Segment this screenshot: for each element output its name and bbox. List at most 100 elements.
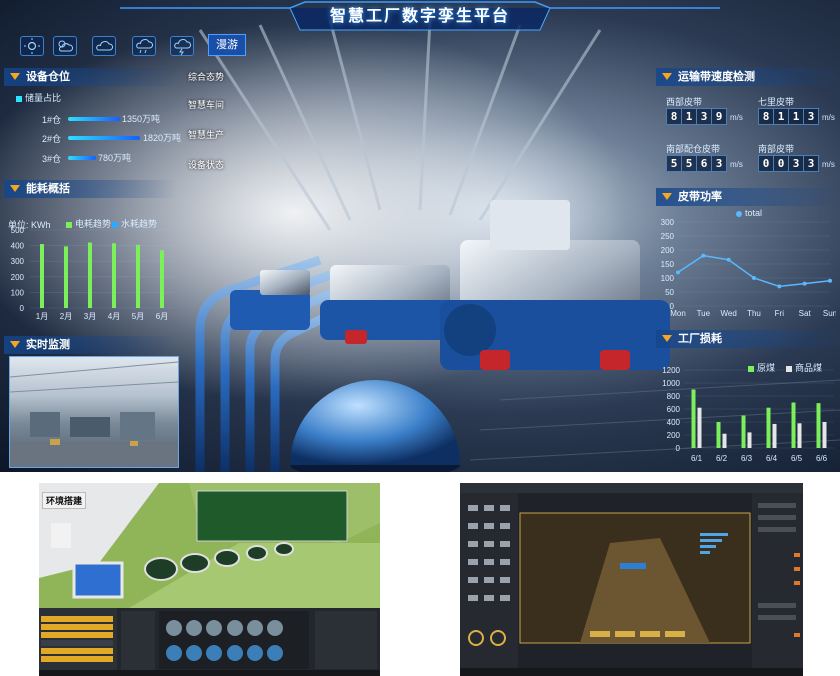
- environment-editor: 环境搭建: [39, 483, 380, 676]
- y-tick-label: 400: [11, 242, 25, 251]
- speed-digit: 0: [758, 155, 774, 172]
- data-point: [726, 257, 731, 262]
- bar: [697, 407, 702, 448]
- warehouse-legend: 储量占比: [16, 91, 61, 104]
- bar: [64, 246, 68, 308]
- warehouse-row-value: 780万吨: [98, 153, 132, 163]
- x-tick-label: Sat: [799, 309, 812, 318]
- y-tick-label: 300: [11, 257, 25, 266]
- layer-row[interactable]: [41, 632, 113, 638]
- title-bar: 智慧工厂数字孪生平台: [290, 4, 550, 32]
- data-point: [828, 278, 832, 283]
- y-tick-label: 500: [11, 226, 25, 235]
- speed-unit: m/s: [822, 160, 835, 169]
- bar: [722, 433, 727, 448]
- warehouse-row-value: 1350万吨: [122, 114, 161, 124]
- bar: [160, 250, 164, 308]
- conveyor-label-south-bin: 南部配仓皮带: [666, 144, 721, 154]
- x-tick-label: Sun: [823, 309, 836, 318]
- dashboard-screen: 智慧工厂数字孪生平台 漫游 综合态势 智慧车间 智慧生产 设备状态 设备仓位 储…: [0, 0, 840, 472]
- x-tick-label: 2月: [60, 312, 72, 321]
- x-tick-label: Thu: [747, 309, 761, 318]
- speed-digit: 3: [803, 155, 819, 172]
- x-tick-label: 1月: [36, 312, 48, 321]
- bar: [772, 423, 777, 448]
- speed-digit: 6: [696, 155, 712, 172]
- y-tick-label: 100: [11, 288, 25, 297]
- y-tick-label: 0: [20, 304, 25, 313]
- data-point: [802, 281, 807, 286]
- x-tick-label: 4月: [108, 312, 120, 321]
- y-tick-label: 1000: [662, 379, 680, 388]
- menu-item-production[interactable]: 智慧生产: [188, 128, 248, 142]
- menu-item-overview[interactable]: 综合态势: [188, 70, 248, 84]
- y-tick-label: 1200: [662, 366, 680, 375]
- speed-unit: m/s: [730, 160, 743, 169]
- warehouse-bar: [68, 136, 140, 140]
- conveyor-header: 运输带速度检测: [656, 68, 840, 86]
- menu-item-workshop[interactable]: 智慧车间: [188, 98, 248, 112]
- bar: [741, 415, 746, 448]
- y-tick-label: 0: [676, 444, 681, 453]
- x-tick-label: 5月: [132, 312, 144, 321]
- dashboard-editor-canvas[interactable]: [460, 483, 803, 676]
- camera-feed[interactable]: [9, 356, 179, 468]
- x-tick-label: 6/3: [741, 454, 753, 463]
- page-title: 智慧工厂数字孪生平台: [329, 8, 510, 25]
- y-tick-label: 250: [661, 232, 675, 241]
- y-tick-label: 400: [667, 418, 681, 427]
- monitor-header: 实时监测: [4, 336, 176, 354]
- y-tick-label: 150: [661, 260, 675, 269]
- menu-item-equipment[interactable]: 设备状态: [188, 158, 248, 172]
- bar: [716, 422, 721, 448]
- rain-cloud-icon[interactable]: [132, 36, 156, 56]
- environment-label: 环境搭建: [42, 492, 87, 509]
- sun-icon[interactable]: [20, 36, 44, 56]
- x-tick-label: Mon: [670, 309, 686, 318]
- conveyor-label-south: 南部皮带: [758, 144, 795, 154]
- layer-row[interactable]: [41, 616, 113, 622]
- partly-cloudy-icon[interactable]: [53, 36, 77, 56]
- cloud-icon[interactable]: [92, 36, 116, 56]
- speed-digit: 5: [681, 155, 697, 172]
- y-tick-label: 300: [661, 218, 675, 227]
- warehouse-row-label: 2#仓: [42, 134, 62, 144]
- loss-chart: 0 200 400 600 800 1000 1200 6/1 6/2 6/3 6/4 6/5 6/6: [662, 366, 834, 463]
- speed-digit: 1: [773, 108, 789, 125]
- speed-digit: 1: [788, 108, 804, 125]
- x-tick-label: Tue: [697, 309, 711, 318]
- roam-button[interactable]: 漫游: [208, 34, 246, 56]
- y-tick-label: 200: [661, 246, 675, 255]
- x-tick-label: 3月: [84, 312, 96, 321]
- thunder-cloud-icon[interactable]: [170, 36, 194, 56]
- speed-digit: 0: [773, 155, 789, 172]
- speed-unit: m/s: [822, 113, 835, 122]
- warehouse-row-label: 3#仓: [42, 154, 62, 164]
- conveyor-label-qili: 七里皮带: [758, 97, 795, 107]
- speed-digit: 3: [711, 155, 727, 172]
- bar: [40, 244, 44, 308]
- speed-digit: 3: [788, 155, 804, 172]
- x-tick-label: 6/4: [766, 454, 778, 463]
- data-point: [701, 253, 706, 258]
- layer-row[interactable]: [41, 656, 113, 662]
- warehouse-bar: [68, 156, 96, 160]
- bar: [112, 243, 116, 308]
- bar: [88, 242, 92, 308]
- x-tick-label: Fri: [775, 309, 785, 318]
- energy-header: 能耗概括: [4, 180, 176, 198]
- data-point: [752, 276, 756, 280]
- layer-row[interactable]: [41, 624, 113, 630]
- layer-row[interactable]: [41, 648, 113, 654]
- series-line: [677, 254, 831, 288]
- belt-power-chart: 050100150200250300Mon Tue Wed Thu Fri Sat Sun: [661, 218, 836, 318]
- x-tick-label: 6/5: [791, 454, 803, 463]
- x-tick-label: 6/2: [716, 454, 728, 463]
- speed-digit: 1: [681, 108, 697, 125]
- data-point: [777, 284, 782, 289]
- data-point: [676, 270, 680, 275]
- bar: [136, 244, 140, 308]
- y-tick-label: 600: [667, 405, 681, 414]
- layer-row[interactable]: [41, 640, 113, 646]
- bar: [747, 432, 752, 448]
